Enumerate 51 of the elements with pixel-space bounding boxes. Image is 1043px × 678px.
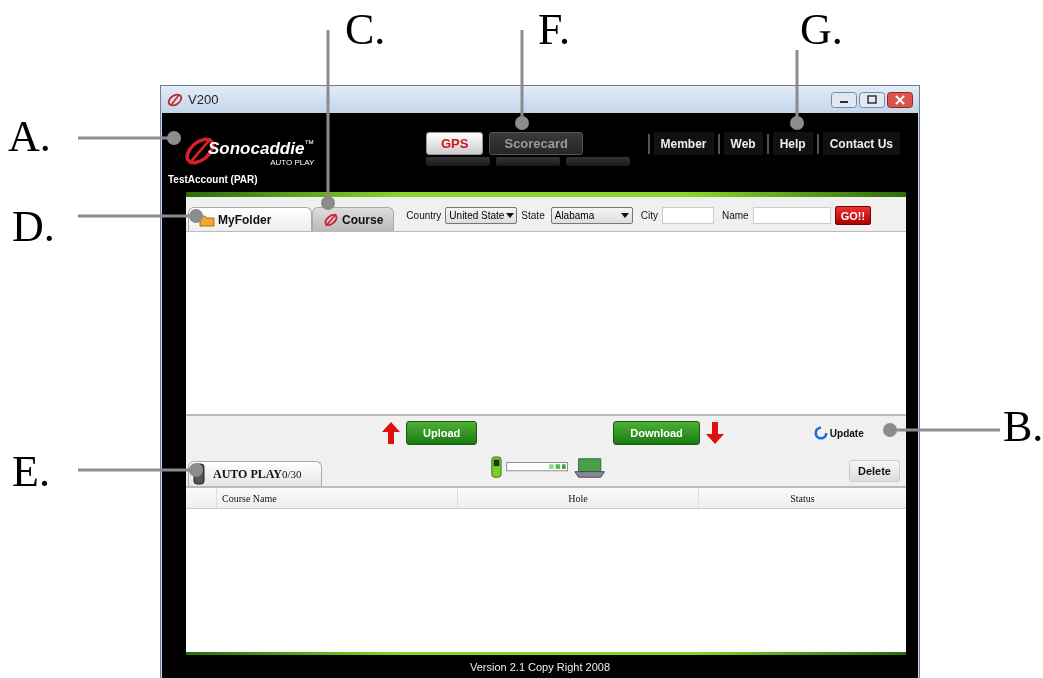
app-logo-icon xyxy=(167,91,183,108)
brand-subtitle: AUTO PLAY xyxy=(270,157,315,167)
arrow-down-icon xyxy=(705,422,724,444)
nav-link[interactable]: Web xyxy=(723,132,763,155)
arrow-up-icon xyxy=(382,422,400,444)
window-title: V200 xyxy=(188,92,219,107)
device-count: 0/30 xyxy=(282,468,302,480)
callout-label: C. xyxy=(345,6,386,54)
swoosh-icon xyxy=(323,212,339,227)
nav-link[interactable]: Help xyxy=(772,132,813,155)
caret-icon xyxy=(620,213,629,218)
maximize-icon[interactable] xyxy=(859,91,885,108)
version-text: Version 2.1 Copy Right 2008 xyxy=(469,660,610,673)
callout-label: B. xyxy=(1003,403,1043,451)
state-dropdown[interactable]: Alabama xyxy=(550,207,633,224)
state-label: State xyxy=(521,210,545,221)
upload-button[interactable]: Upload xyxy=(406,421,478,445)
folder-tab[interactable]: MyFolder xyxy=(188,207,312,231)
device-tab-label: AUTO PLAY xyxy=(213,466,283,482)
account-name: TestAccount (PAR) xyxy=(168,173,259,185)
menu-bar-slot xyxy=(566,157,630,166)
callout-label: A. xyxy=(8,113,51,161)
menu-bar-slot xyxy=(496,157,560,166)
folder-icon xyxy=(199,212,215,227)
column-header: Course Name xyxy=(217,488,458,508)
callout-label: F. xyxy=(538,6,570,54)
go-button[interactable]: GO!! xyxy=(834,206,872,225)
callout-label: E. xyxy=(12,448,50,496)
city-field[interactable] xyxy=(661,207,714,224)
minimize-icon[interactable] xyxy=(831,91,857,108)
nav-link[interactable]: Member xyxy=(653,132,714,155)
country-dropdown[interactable]: United State xyxy=(445,207,518,224)
country-label: Country xyxy=(406,210,442,221)
callout-label: G. xyxy=(800,6,843,54)
city-label: City xyxy=(640,210,658,221)
column-header: Hole xyxy=(458,488,699,508)
folder-tab[interactable]: Course xyxy=(312,207,395,231)
caret-icon xyxy=(506,213,515,218)
refresh-icon xyxy=(813,426,828,440)
delete-button[interactable]: Delete xyxy=(848,460,900,482)
mode-tab[interactable]: GPS xyxy=(426,132,484,155)
name-field[interactable] xyxy=(752,207,831,224)
callout-label: D. xyxy=(12,203,55,251)
nav-link[interactable]: Contact Us xyxy=(822,132,900,155)
update-button[interactable]: Update xyxy=(827,427,864,439)
close-icon[interactable] xyxy=(887,91,913,108)
mode-tab[interactable]: Scorecard xyxy=(489,132,584,155)
download-button[interactable]: Download xyxy=(613,421,700,445)
column-header: Status xyxy=(789,491,816,506)
menu-bar-slot xyxy=(426,157,490,166)
name-label: Name xyxy=(721,210,749,221)
